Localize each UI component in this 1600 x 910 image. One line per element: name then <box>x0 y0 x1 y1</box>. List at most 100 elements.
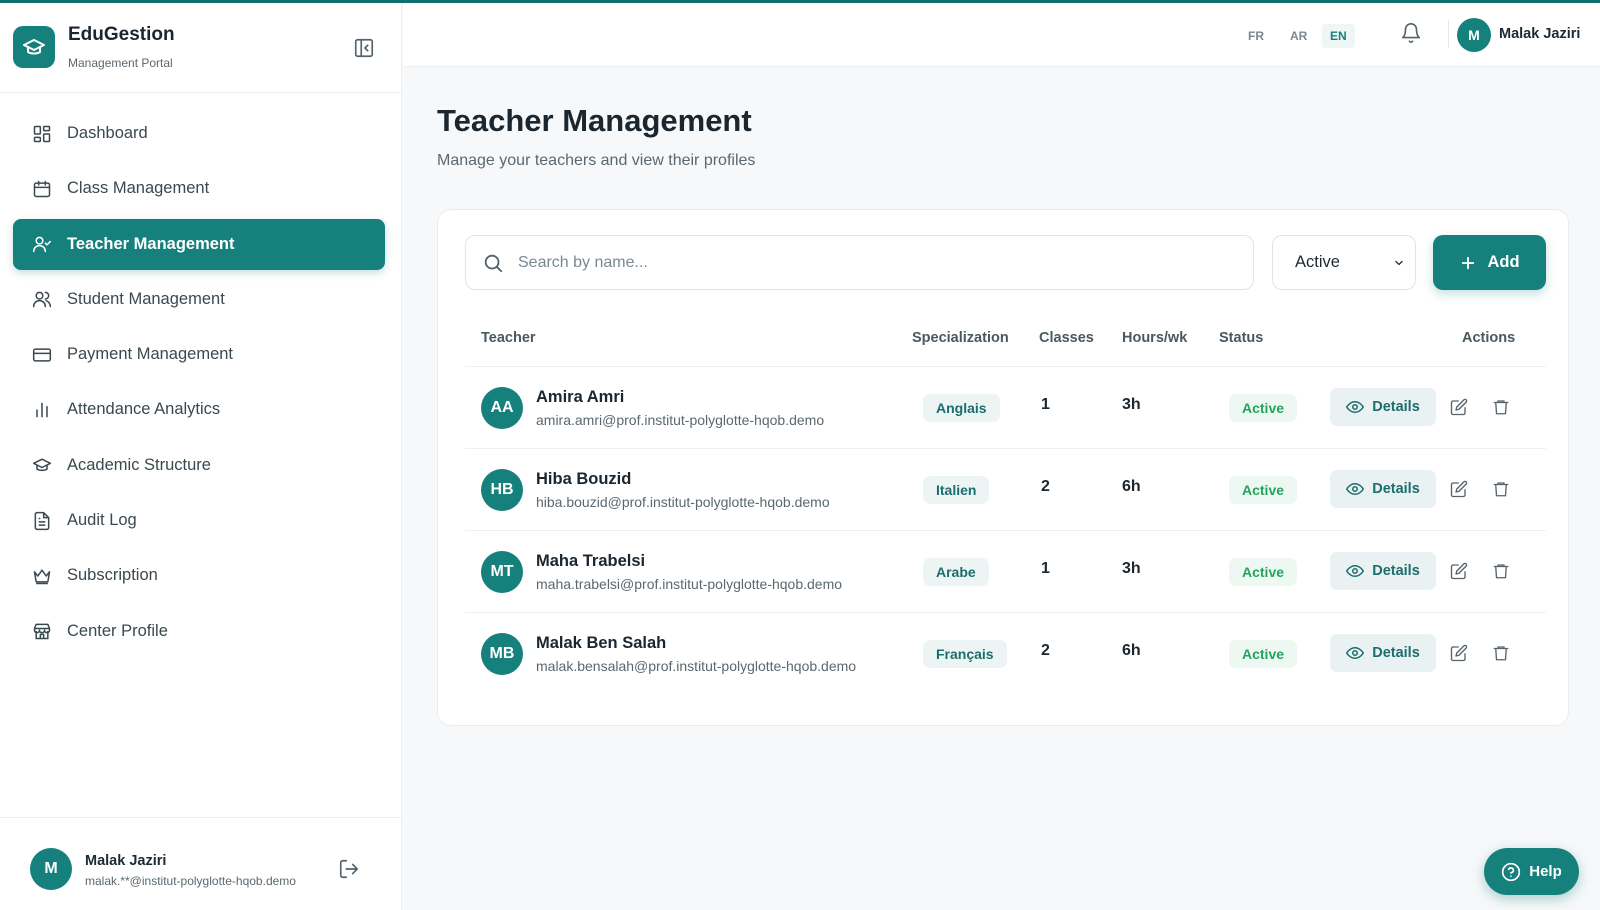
bell-icon[interactable] <box>1400 22 1424 46</box>
logout-icon[interactable] <box>338 858 360 880</box>
edit-icon[interactable] <box>1450 480 1468 498</box>
trash-icon[interactable] <box>1492 398 1510 416</box>
page-title: Teacher Management <box>437 103 752 138</box>
header-divider <box>1448 20 1449 48</box>
classes-count: 2 <box>1041 478 1050 495</box>
app-name: EduGestion <box>68 24 175 45</box>
top-header: FR AR EN M Malak Jaziri <box>403 0 1600 67</box>
language-fr[interactable]: FR <box>1240 24 1272 48</box>
edit-icon[interactable] <box>1450 644 1468 662</box>
help-button[interactable]: Help <box>1484 848 1579 895</box>
table-row: MT Maha Trabelsi maha.trabelsi@prof.inst… <box>465 531 1546 613</box>
sidebar-nav: Dashboard Class Management Teacher Manag… <box>13 108 385 661</box>
teacher-name: Hiba Bouzid <box>536 470 632 488</box>
sidebar-item-label: Student Management <box>67 289 225 308</box>
hours-per-week: 3h <box>1122 396 1141 413</box>
search-box <box>465 235 1254 290</box>
details-label: Details <box>1372 645 1420 661</box>
column-classes: Classes <box>1039 330 1094 346</box>
avatar: AA <box>481 387 523 429</box>
dashboard-grid-icon <box>31 123 53 145</box>
teacher-name: Maha Trabelsi <box>536 552 646 570</box>
sidebar-item-student-management[interactable]: Student Management <box>13 274 385 325</box>
help-circle-icon <box>1502 862 1521 881</box>
sidebar-item-label: Subscription <box>67 566 158 585</box>
crown-icon <box>31 565 53 587</box>
trash-icon[interactable] <box>1492 480 1510 498</box>
details-button[interactable]: Details <box>1330 470 1436 508</box>
column-specialization: Specialization <box>912 330 1009 346</box>
sidebar-item-payment-management[interactable]: Payment Management <box>13 329 385 380</box>
avatar: HB <box>481 469 523 511</box>
status-filter-select[interactable]: Active <box>1272 235 1416 290</box>
header-user-name[interactable]: Malak Jaziri <box>1499 26 1580 42</box>
sidebar-user-footer: M Malak Jaziri malak.**@institut-polyglo… <box>0 817 402 910</box>
trash-icon[interactable] <box>1492 644 1510 662</box>
help-label: Help <box>1529 863 1562 880</box>
column-actions: Actions <box>1462 330 1516 346</box>
teacher-email: maha.trabelsi@prof.institut-polyglotte-h… <box>536 576 843 592</box>
page-subtitle: Manage your teachers and view their prof… <box>437 152 756 169</box>
status-badge: Active <box>1229 394 1298 422</box>
edit-icon[interactable] <box>1450 562 1468 580</box>
user-check-icon <box>31 233 53 255</box>
search-input[interactable] <box>518 253 1218 272</box>
sidebar-item-center-profile[interactable]: Center Profile <box>13 606 385 657</box>
column-teacher: Teacher <box>481 330 536 346</box>
sidebar-item-academic-structure[interactable]: Academic Structure <box>13 440 385 491</box>
status-badge: Active <box>1229 640 1298 668</box>
add-teacher-button[interactable]: Add <box>1433 235 1546 290</box>
status-badge: Active <box>1229 558 1298 586</box>
store-icon <box>31 620 53 642</box>
sidebar-item-label: Payment Management <box>67 345 234 364</box>
brand-header: EduGestion Management Portal <box>0 0 401 93</box>
avatar[interactable]: M <box>1457 18 1491 52</box>
sidebar-collapse-icon[interactable] <box>353 37 375 59</box>
sidebar-item-label: Academic Structure <box>67 455 211 474</box>
sidebar-item-teacher-management[interactable]: Teacher Management <box>13 218 385 270</box>
avatar: MB <box>481 633 523 675</box>
teacher-email: hiba.bouzid@prof.institut-polyglotte-hqo… <box>536 494 830 510</box>
bar-chart-icon <box>31 399 53 421</box>
calendar-icon <box>31 178 53 200</box>
teacher-name: Malak Ben Salah <box>536 634 667 652</box>
table-row: AA Amira Amri amira.amri@prof.institut-p… <box>465 367 1546 449</box>
eye-icon <box>1346 646 1365 660</box>
eye-icon <box>1346 400 1365 414</box>
file-text-icon <box>31 510 53 532</box>
graduation-cap-logo-icon <box>13 26 55 68</box>
sidebar-item-subscription[interactable]: Subscription <box>13 550 385 601</box>
sidebar-item-label: Class Management <box>67 179 210 198</box>
language-en[interactable]: EN <box>1322 24 1355 48</box>
specialization-badge: Italien <box>923 476 990 504</box>
teacher-email: amira.amri@prof.institut-polyglotte-hqob… <box>536 412 825 428</box>
trash-icon[interactable] <box>1492 562 1510 580</box>
sidebar-user-name: Malak Jaziri <box>85 853 167 869</box>
sidebar-item-audit-log[interactable]: Audit Log <box>13 495 385 546</box>
plus-icon <box>1462 256 1475 269</box>
sidebar-item-label: Audit Log <box>67 511 137 530</box>
sidebar-item-label: Dashboard <box>67 124 148 142</box>
top-accent-bar <box>0 0 1600 3</box>
specialization-badge: Anglais <box>923 394 1000 422</box>
details-button[interactable]: Details <box>1330 388 1436 426</box>
sidebar-item-attendance-analytics[interactable]: Attendance Analytics <box>13 384 385 435</box>
details-button[interactable]: Details <box>1330 634 1436 672</box>
eye-icon <box>1346 482 1365 496</box>
sidebar-item-dashboard[interactable]: Dashboard <box>13 108 385 159</box>
language-ar[interactable]: AR <box>1282 24 1315 48</box>
details-button[interactable]: Details <box>1330 552 1436 590</box>
avatar: M <box>30 848 72 890</box>
edit-icon[interactable] <box>1450 398 1468 416</box>
sidebar: EduGestion Management Portal Dashboard C… <box>0 0 402 910</box>
eye-icon <box>1346 564 1365 578</box>
hours-per-week: 6h <box>1122 642 1141 659</box>
details-label: Details <box>1372 481 1420 497</box>
sidebar-item-class-management[interactable]: Class Management <box>13 163 385 214</box>
hours-per-week: 3h <box>1122 560 1141 577</box>
classes-count: 2 <box>1041 642 1050 659</box>
details-label: Details <box>1372 399 1420 415</box>
table-row: HB Hiba Bouzid hiba.bouzid@prof.institut… <box>465 449 1546 531</box>
hours-per-week: 6h <box>1122 478 1141 495</box>
teachers-card: Active Add Teacher Specialization Classe… <box>437 209 1569 726</box>
